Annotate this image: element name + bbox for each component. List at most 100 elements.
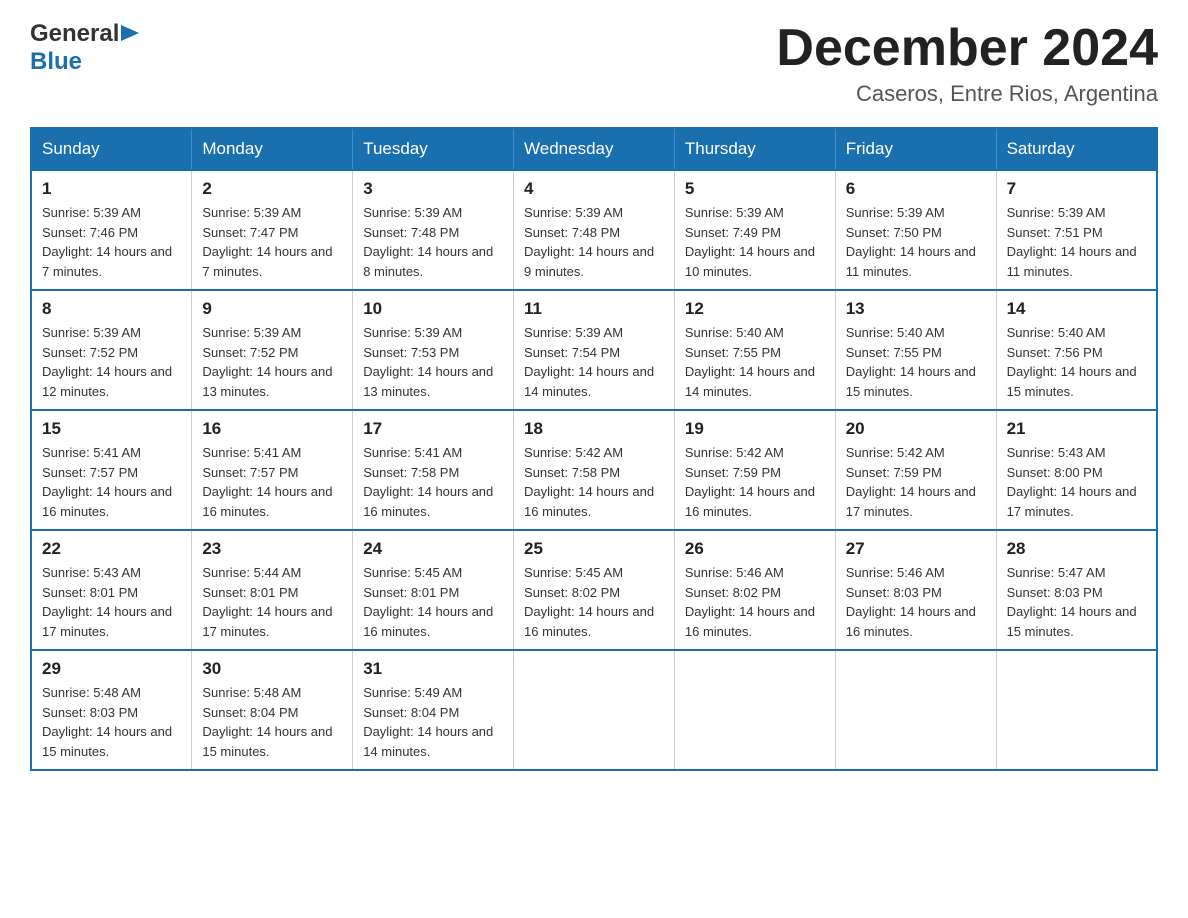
day-number-20: 20	[846, 419, 986, 439]
day-number-17: 17	[363, 419, 503, 439]
day-cell-21: 21 Sunrise: 5:43 AMSunset: 8:00 PMDayligh…	[996, 410, 1157, 530]
header-friday: Friday	[835, 128, 996, 170]
day-info-31: Sunrise: 5:49 AMSunset: 8:04 PMDaylight:…	[363, 683, 503, 761]
day-cell-4: 4 Sunrise: 5:39 AMSunset: 7:48 PMDaylight…	[514, 170, 675, 290]
day-cell-31: 31 Sunrise: 5:49 AMSunset: 8:04 PMDayligh…	[353, 650, 514, 770]
day-number-13: 13	[846, 299, 986, 319]
day-number-3: 3	[363, 179, 503, 199]
week-row-4: 22Sunrise: 5:43 AMSunset: 8:01 PMDayligh…	[31, 530, 1157, 650]
day-cell-24: 24Sunrise: 5:45 AMSunset: 8:01 PMDayligh…	[353, 530, 514, 650]
day-cell-16: 16 Sunrise: 5:41 AMSunset: 7:57 PMDayligh…	[192, 410, 353, 530]
logo-arrow-icon	[121, 23, 139, 48]
day-info-20: Sunrise: 5:42 AMSunset: 7:59 PMDaylight:…	[846, 443, 986, 521]
day-cell-17: 17 Sunrise: 5:41 AMSunset: 7:58 PMDayligh…	[353, 410, 514, 530]
day-number-16: 16	[202, 419, 342, 439]
day-info-21: Sunrise: 5:43 AMSunset: 8:00 PMDaylight:…	[1007, 443, 1146, 521]
day-info-15: Sunrise: 5:41 AMSunset: 7:57 PMDaylight:…	[42, 443, 181, 521]
day-info-10: Sunrise: 5:39 AMSunset: 7:53 PMDaylight:…	[363, 323, 503, 401]
calendar-header-row: SundayMondayTuesdayWednesdayThursdayFrid…	[31, 128, 1157, 170]
day-info-11: Sunrise: 5:39 AMSunset: 7:54 PMDaylight:…	[524, 323, 664, 401]
day-number-21: 21	[1007, 419, 1146, 439]
day-number-10: 10	[363, 299, 503, 319]
day-info-19: Sunrise: 5:42 AMSunset: 7:59 PMDaylight:…	[685, 443, 825, 521]
week-row-1: 1Sunrise: 5:39 AMSunset: 7:46 PMDaylight…	[31, 170, 1157, 290]
day-info-2: Sunrise: 5:39 AMSunset: 7:47 PMDaylight:…	[202, 203, 342, 281]
day-number-15: 15	[42, 419, 181, 439]
day-info-12: Sunrise: 5:40 AMSunset: 7:55 PMDaylight:…	[685, 323, 825, 401]
logo-blue-text: Blue	[30, 48, 82, 75]
day-cell-8: 8 Sunrise: 5:39 AMSunset: 7:52 PMDaylight…	[31, 290, 192, 410]
day-info-6: Sunrise: 5:39 AMSunset: 7:50 PMDaylight:…	[846, 203, 986, 281]
day-info-9: Sunrise: 5:39 AMSunset: 7:52 PMDaylight:…	[202, 323, 342, 401]
header-monday: Monday	[192, 128, 353, 170]
day-number-2: 2	[202, 179, 342, 199]
day-number-5: 5	[685, 179, 825, 199]
day-number-8: 8	[42, 299, 181, 319]
day-number-23: 23	[202, 539, 342, 559]
day-cell-25: 25 Sunrise: 5:45 AMSunset: 8:02 PMDayligh…	[514, 530, 675, 650]
day-number-19: 19	[685, 419, 825, 439]
day-number-29: 29	[42, 659, 181, 679]
day-cell-2: 2 Sunrise: 5:39 AMSunset: 7:47 PMDaylight…	[192, 170, 353, 290]
day-info-8: Sunrise: 5:39 AMSunset: 7:52 PMDaylight:…	[42, 323, 181, 401]
day-cell-10: 10 Sunrise: 5:39 AMSunset: 7:53 PMDayligh…	[353, 290, 514, 410]
day-cell-28: 28Sunrise: 5:47 AMSunset: 8:03 PMDayligh…	[996, 530, 1157, 650]
week-row-3: 15 Sunrise: 5:41 AMSunset: 7:57 PMDayligh…	[31, 410, 1157, 530]
day-info-16: Sunrise: 5:41 AMSunset: 7:57 PMDaylight:…	[202, 443, 342, 521]
day-number-4: 4	[524, 179, 664, 199]
day-info-27: Sunrise: 5:46 AMSunset: 8:03 PMDaylight:…	[846, 563, 986, 641]
day-info-17: Sunrise: 5:41 AMSunset: 7:58 PMDaylight:…	[363, 443, 503, 521]
day-number-26: 26	[685, 539, 825, 559]
title-area: December 2024 Caseros, Entre Rios, Argen…	[776, 20, 1158, 107]
day-info-26: Sunrise: 5:46 AMSunset: 8:02 PMDaylight:…	[685, 563, 825, 641]
day-number-9: 9	[202, 299, 342, 319]
month-title: December 2024	[776, 20, 1158, 77]
day-number-6: 6	[846, 179, 986, 199]
empty-cell-w5-d6	[835, 650, 996, 770]
week-row-5: 29 Sunrise: 5:48 AMSunset: 8:03 PMDayligh…	[31, 650, 1157, 770]
day-info-13: Sunrise: 5:40 AMSunset: 7:55 PMDaylight:…	[846, 323, 986, 401]
header-thursday: Thursday	[674, 128, 835, 170]
day-number-7: 7	[1007, 179, 1146, 199]
day-cell-22: 22Sunrise: 5:43 AMSunset: 8:01 PMDayligh…	[31, 530, 192, 650]
day-info-29: Sunrise: 5:48 AMSunset: 8:03 PMDaylight:…	[42, 683, 181, 761]
day-cell-9: 9 Sunrise: 5:39 AMSunset: 7:52 PMDaylight…	[192, 290, 353, 410]
day-number-30: 30	[202, 659, 342, 679]
calendar-table: SundayMondayTuesdayWednesdayThursdayFrid…	[30, 127, 1158, 771]
day-number-22: 22	[42, 539, 181, 559]
day-number-31: 31	[363, 659, 503, 679]
header-wednesday: Wednesday	[514, 128, 675, 170]
day-cell-30: 30Sunrise: 5:48 AMSunset: 8:04 PMDayligh…	[192, 650, 353, 770]
day-cell-3: 3 Sunrise: 5:39 AMSunset: 7:48 PMDaylight…	[353, 170, 514, 290]
day-cell-26: 26 Sunrise: 5:46 AMSunset: 8:02 PMDayligh…	[674, 530, 835, 650]
day-number-25: 25	[524, 539, 664, 559]
location-subtitle: Caseros, Entre Rios, Argentina	[776, 81, 1158, 107]
header-saturday: Saturday	[996, 128, 1157, 170]
day-cell-12: 12Sunrise: 5:40 AMSunset: 7:55 PMDayligh…	[674, 290, 835, 410]
day-number-28: 28	[1007, 539, 1146, 559]
day-cell-18: 18Sunrise: 5:42 AMSunset: 7:58 PMDayligh…	[514, 410, 675, 530]
day-cell-29: 29 Sunrise: 5:48 AMSunset: 8:03 PMDayligh…	[31, 650, 192, 770]
day-cell-5: 5 Sunrise: 5:39 AMSunset: 7:49 PMDaylight…	[674, 170, 835, 290]
day-number-18: 18	[524, 419, 664, 439]
day-cell-13: 13 Sunrise: 5:40 AMSunset: 7:55 PMDayligh…	[835, 290, 996, 410]
day-number-11: 11	[524, 299, 664, 319]
day-info-3: Sunrise: 5:39 AMSunset: 7:48 PMDaylight:…	[363, 203, 503, 281]
day-cell-14: 14Sunrise: 5:40 AMSunset: 7:56 PMDayligh…	[996, 290, 1157, 410]
day-info-1: Sunrise: 5:39 AMSunset: 7:46 PMDaylight:…	[42, 203, 181, 281]
day-info-4: Sunrise: 5:39 AMSunset: 7:48 PMDaylight:…	[524, 203, 664, 281]
empty-cell-w5-d7	[996, 650, 1157, 770]
day-number-14: 14	[1007, 299, 1146, 319]
day-cell-1: 1Sunrise: 5:39 AMSunset: 7:46 PMDaylight…	[31, 170, 192, 290]
day-cell-11: 11 Sunrise: 5:39 AMSunset: 7:54 PMDayligh…	[514, 290, 675, 410]
day-cell-6: 6 Sunrise: 5:39 AMSunset: 7:50 PMDaylight…	[835, 170, 996, 290]
logo: General Blue	[30, 20, 139, 76]
day-cell-15: 15 Sunrise: 5:41 AMSunset: 7:57 PMDayligh…	[31, 410, 192, 530]
day-cell-7: 7Sunrise: 5:39 AMSunset: 7:51 PMDaylight…	[996, 170, 1157, 290]
header: General Blue December 2024 Caseros, Entr…	[30, 20, 1158, 107]
day-number-27: 27	[846, 539, 986, 559]
day-info-25: Sunrise: 5:45 AMSunset: 8:02 PMDaylight:…	[524, 563, 664, 641]
day-cell-27: 27 Sunrise: 5:46 AMSunset: 8:03 PMDayligh…	[835, 530, 996, 650]
day-info-5: Sunrise: 5:39 AMSunset: 7:49 PMDaylight:…	[685, 203, 825, 281]
logo-general-text: General	[30, 20, 119, 48]
